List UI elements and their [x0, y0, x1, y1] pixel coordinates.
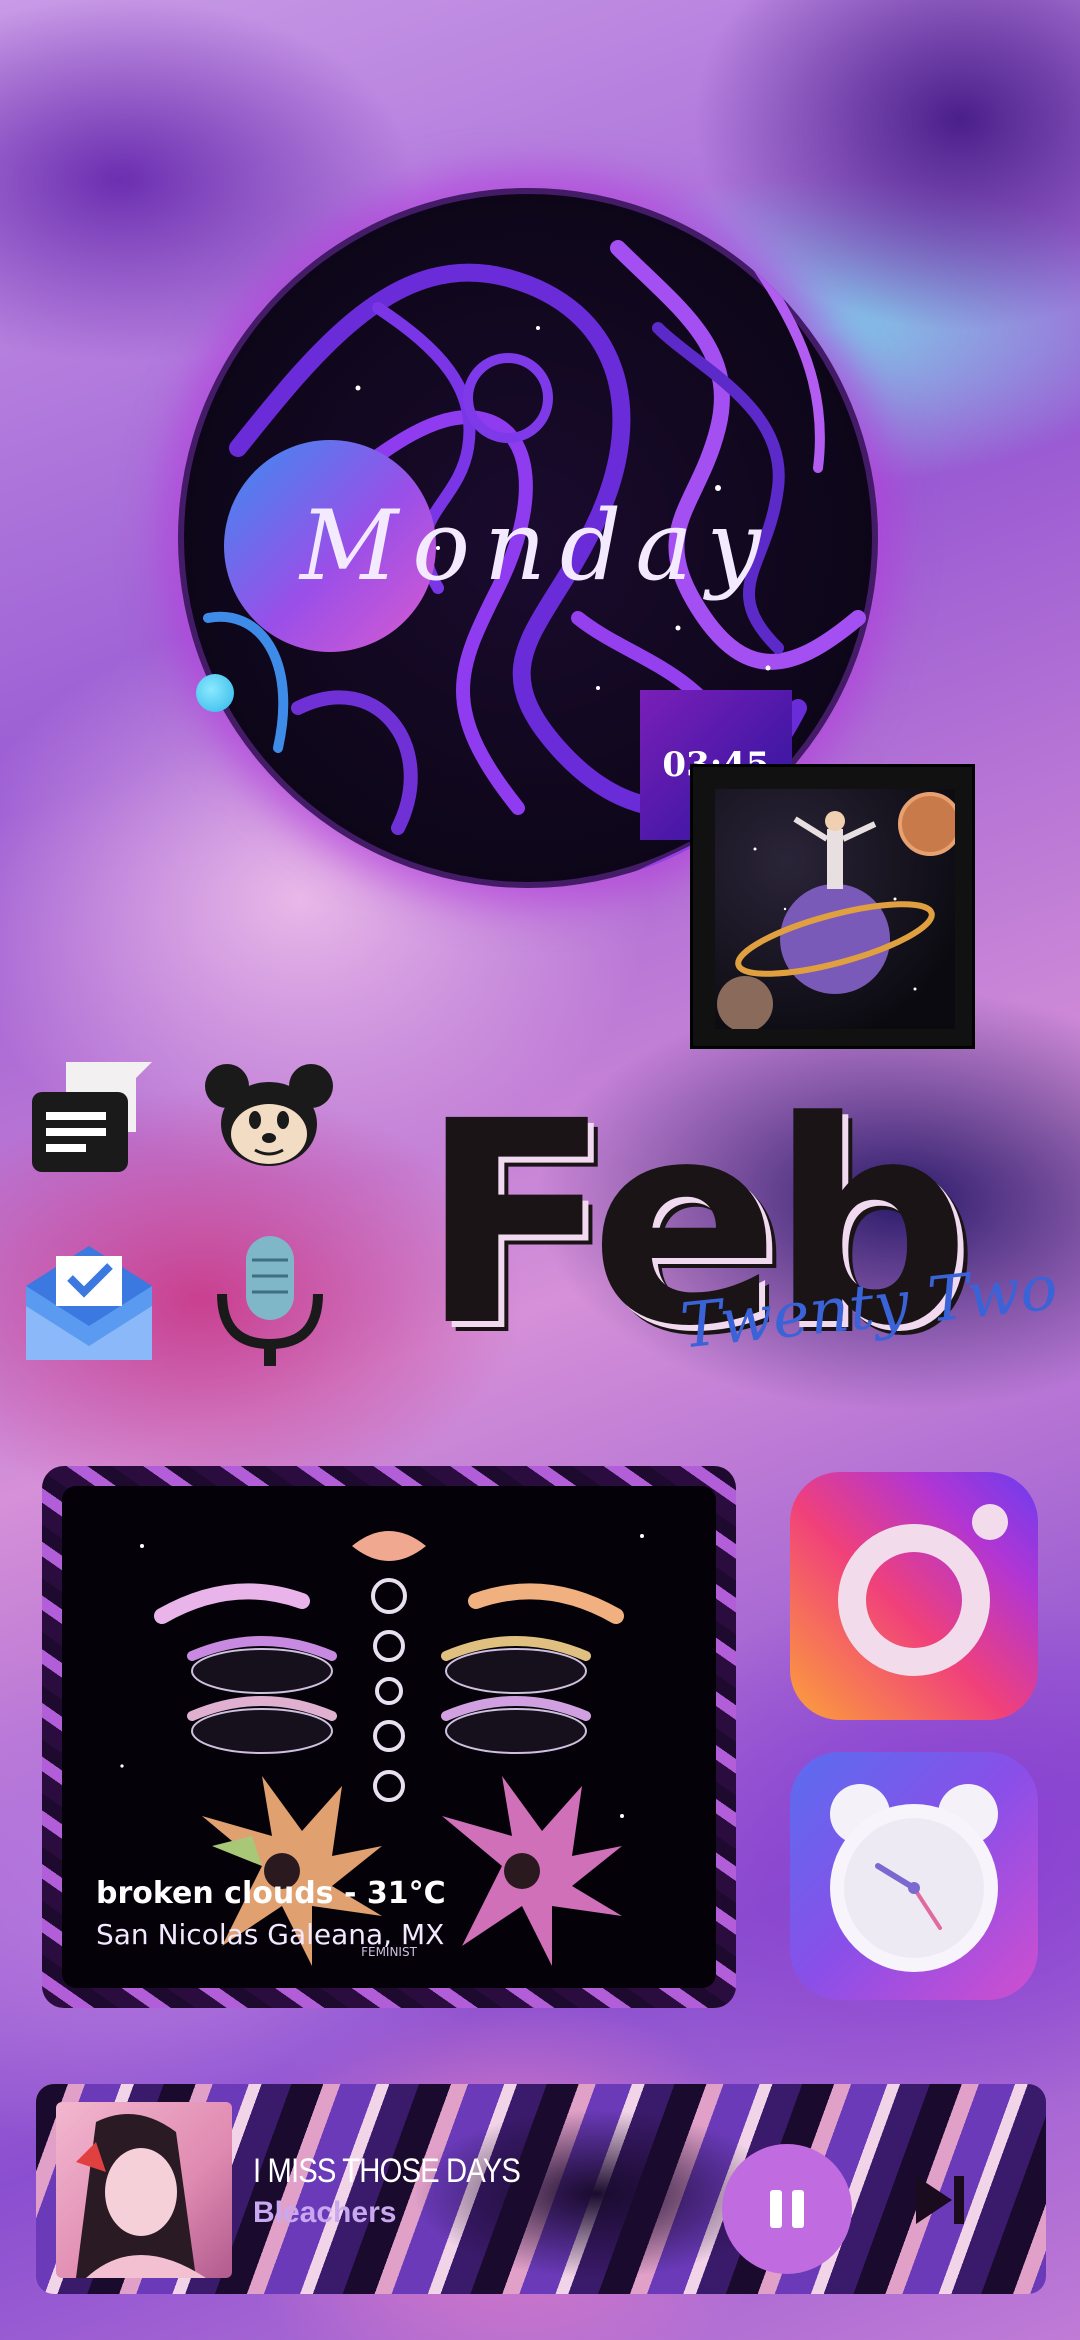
weather-description: broken clouds - 31°C — [96, 1876, 446, 1911]
skip-next-button[interactable] — [900, 2160, 980, 2240]
mickey-icon[interactable] — [205, 1062, 333, 1166]
photo-widget[interactable] — [690, 764, 975, 1049]
accent-dot — [196, 674, 234, 712]
track-artist: Bleachers — [253, 2196, 397, 2229]
track-title: I MISS THOSE DAYS — [253, 2152, 521, 2190]
pause-button[interactable] — [722, 2144, 852, 2274]
voice-recorder-icon[interactable] — [212, 1236, 328, 1366]
space-skater-image — [715, 789, 955, 1029]
inbox-icon[interactable] — [26, 1246, 152, 1360]
skip-next-icon — [916, 2176, 964, 2224]
messaging-icon[interactable] — [26, 1062, 152, 1172]
album-art[interactable] — [56, 2102, 232, 2278]
instagram-icon[interactable] — [790, 1472, 1038, 1720]
day-label: Monday — [300, 490, 775, 602]
alarm-clock-icon[interactable] — [790, 1752, 1038, 2000]
weather-location: San Nicolas Galeana, MX — [96, 1918, 445, 1951]
pause-icon — [770, 2190, 804, 2228]
weather-artwork: FEMINIST — [62, 1486, 716, 1988]
